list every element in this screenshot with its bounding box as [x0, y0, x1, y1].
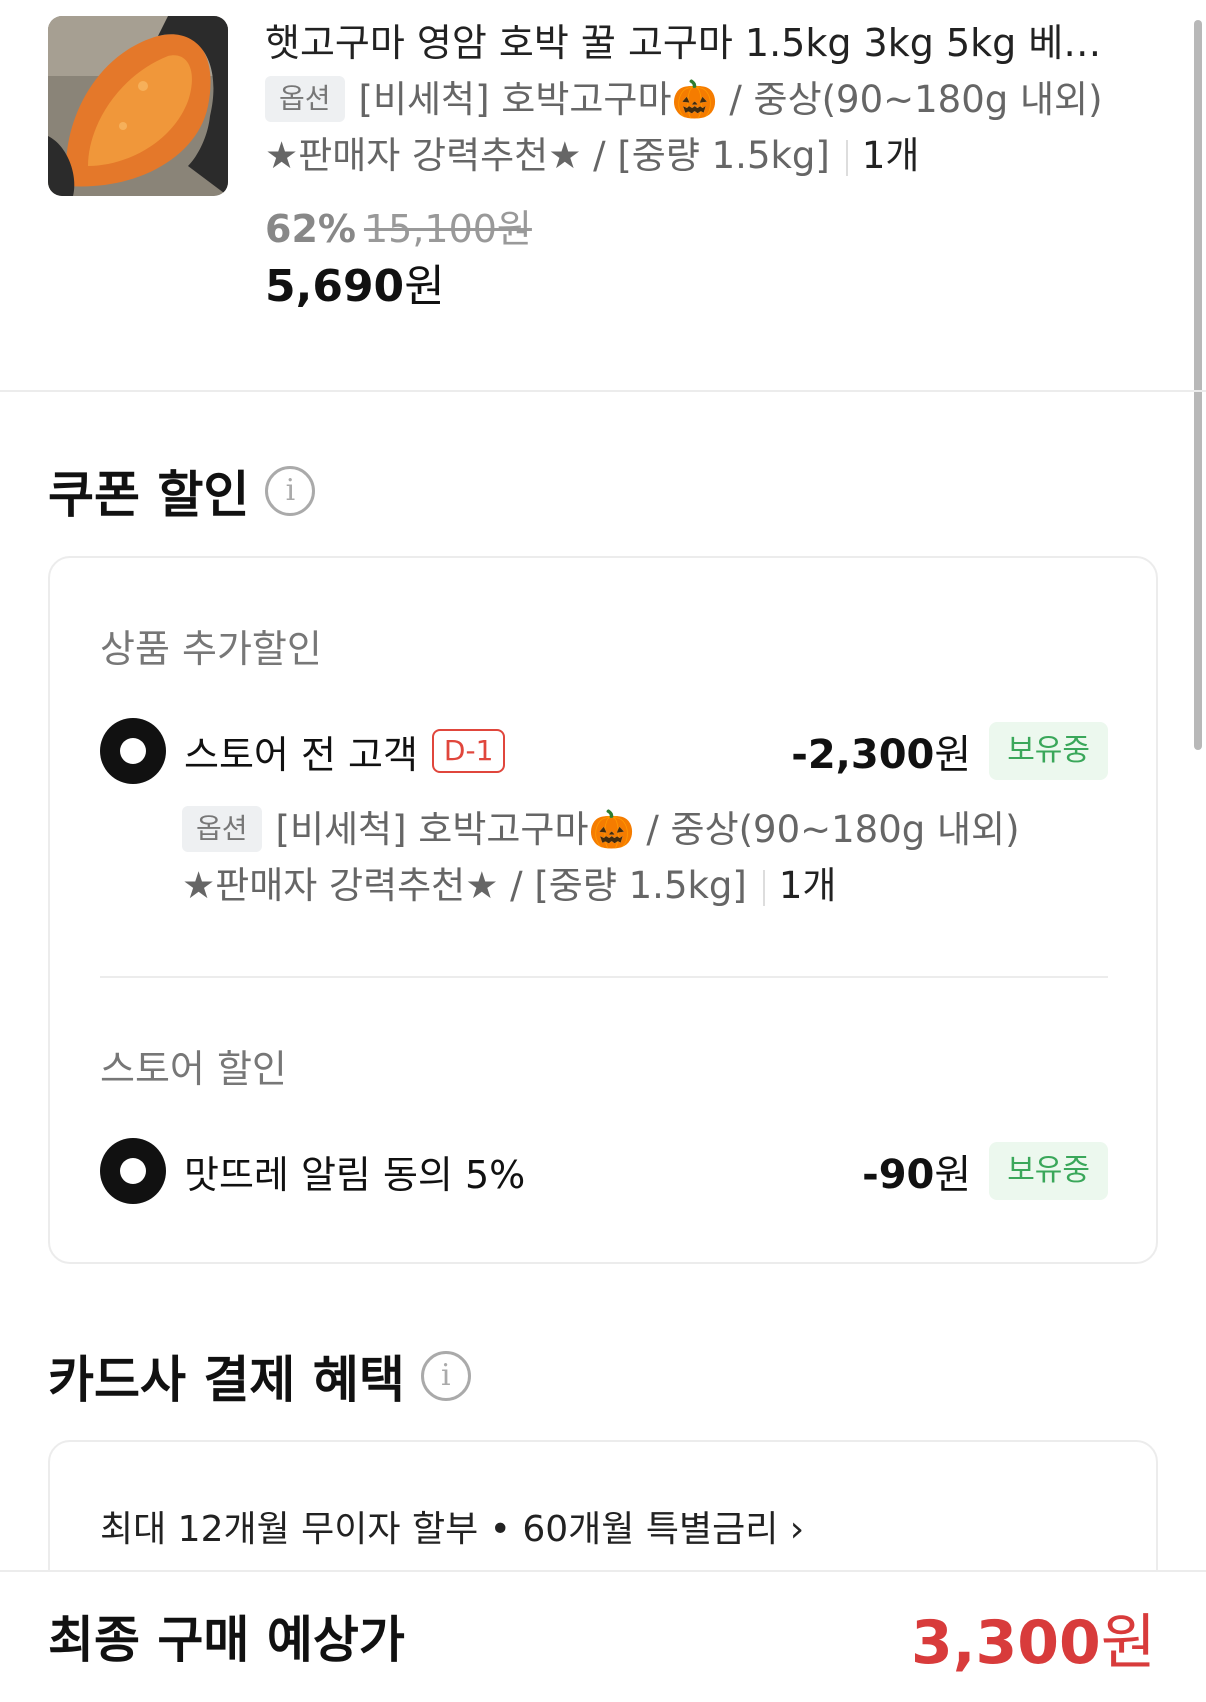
- final-price-value: 3,300: [911, 1608, 1101, 1678]
- coupon-amount-unit: 원: [934, 732, 972, 778]
- sale-price-value: 5,690: [265, 261, 405, 312]
- coupon-amount-unit: 원: [934, 1152, 972, 1198]
- product-quantity: 1개: [861, 134, 920, 177]
- coupon-row-store-all[interactable]: 스토어 전 고객 D-1 -2,300원 보유중: [100, 718, 1108, 784]
- radio-selected-icon[interactable]: [100, 718, 166, 784]
- discount-percent: 62%: [265, 207, 356, 251]
- chevron-right-icon: ›: [789, 1509, 805, 1550]
- card-benefit-section-title: 카드사 결제 혜택 i: [48, 1340, 471, 1412]
- coupon-quantity: 1개: [778, 864, 837, 907]
- option-tag: 옵션: [182, 805, 262, 852]
- product-thumbnail[interactable]: [48, 16, 228, 196]
- coupon-card: 상품 추가할인 스토어 전 고객 D-1 -2,300원 보유중 옵션 [비세척]…: [48, 556, 1158, 1264]
- product-title[interactable]: 햇고구마 영암 호박 꿀 고구마 1.5kg 3kg 5kg 베니하...: [265, 16, 1125, 70]
- sale-price-unit: 원: [404, 261, 445, 312]
- option-text: [비세척] 호박고구마🎃 / 중상(90~180g 내외) ★판매자 강력추천★…: [265, 78, 1103, 177]
- final-price-bar: 최종 구매 예상가 3,300원: [0, 1570, 1206, 1702]
- original-price: 15,100원: [363, 207, 532, 251]
- info-icon[interactable]: i: [420, 1351, 471, 1401]
- status-badge: 보유중: [989, 1142, 1108, 1200]
- info-icon[interactable]: i: [265, 466, 316, 516]
- price-discount: 62% 15,100원: [265, 206, 1125, 252]
- option-text: [비세척] 호박고구마🎃 / 중상(90~180g 내외) ★판매자 강력추천★…: [182, 808, 1020, 907]
- card-divider: [100, 976, 1108, 978]
- deadline-badge: D-1: [431, 729, 506, 773]
- product-summary: 햇고구마 영암 호박 꿀 고구마 1.5kg 3kg 5kg 베니하... 옵션…: [48, 16, 1128, 376]
- coupon-name: 스토어 전 고객: [184, 732, 418, 777]
- radio-selected-icon[interactable]: [100, 1138, 166, 1204]
- option-tag: 옵션: [265, 75, 345, 122]
- final-price-label: 최종 구매 예상가: [48, 1611, 405, 1669]
- coupon-name: 맛뜨레 알림 동의 5%: [184, 1152, 526, 1197]
- section-divider: [0, 390, 1206, 392]
- sale-price: 5,690원: [265, 258, 1125, 316]
- coupon-amount: -90원: [862, 1142, 971, 1200]
- card-benefit-title: 카드사 결제 혜택: [48, 1351, 405, 1409]
- coupon-title: 쿠폰 할인: [48, 466, 250, 524]
- coupon-option: 옵션 [비세척] 호박고구마🎃 / 중상(90~180g 내외) ★판매자 강력추…: [182, 802, 1062, 914]
- coupon-section-title: 쿠폰 할인 i: [48, 455, 316, 527]
- scrollbar[interactable]: [1194, 20, 1202, 750]
- card-benefit-link[interactable]: 최대 12개월 무이자 할부 • 60개월 특별금리 ›: [100, 1500, 804, 1552]
- coupon-amount: -2,300원: [791, 722, 971, 780]
- store-discount-subtitle: 스토어 할인: [100, 1047, 287, 1091]
- coupon-label: 맛뜨레 알림 동의 5%: [184, 1144, 525, 1199]
- sweet-potato-image: [48, 16, 228, 196]
- product-option: 옵션 [비세척] 호박고구마🎃 / 중상(90~180g 내외) ★판매자 강력추…: [265, 72, 1125, 184]
- coupon-amount-value: -2,300: [791, 732, 935, 778]
- quantity-separator: [845, 139, 848, 176]
- coupon-label: 스토어 전 고객 D-1: [184, 724, 506, 779]
- card-benefit-text: 최대 12개월 무이자 할부 • 60개월 특별금리: [100, 1509, 779, 1550]
- product-info: 햇고구마 영암 호박 꿀 고구마 1.5kg 3kg 5kg 베니하... 옵션…: [265, 16, 1125, 316]
- coupon-amount-value: -90: [862, 1152, 935, 1198]
- quantity-separator: [762, 869, 765, 906]
- status-badge: 보유중: [989, 722, 1108, 780]
- coupon-row-store-notify[interactable]: 맛뜨레 알림 동의 5% -90원 보유중: [100, 1138, 1108, 1204]
- product-extra-subtitle: 상품 추가할인: [100, 627, 322, 671]
- final-price-unit: 원: [1100, 1608, 1156, 1678]
- final-price: 3,300원: [911, 1594, 1156, 1681]
